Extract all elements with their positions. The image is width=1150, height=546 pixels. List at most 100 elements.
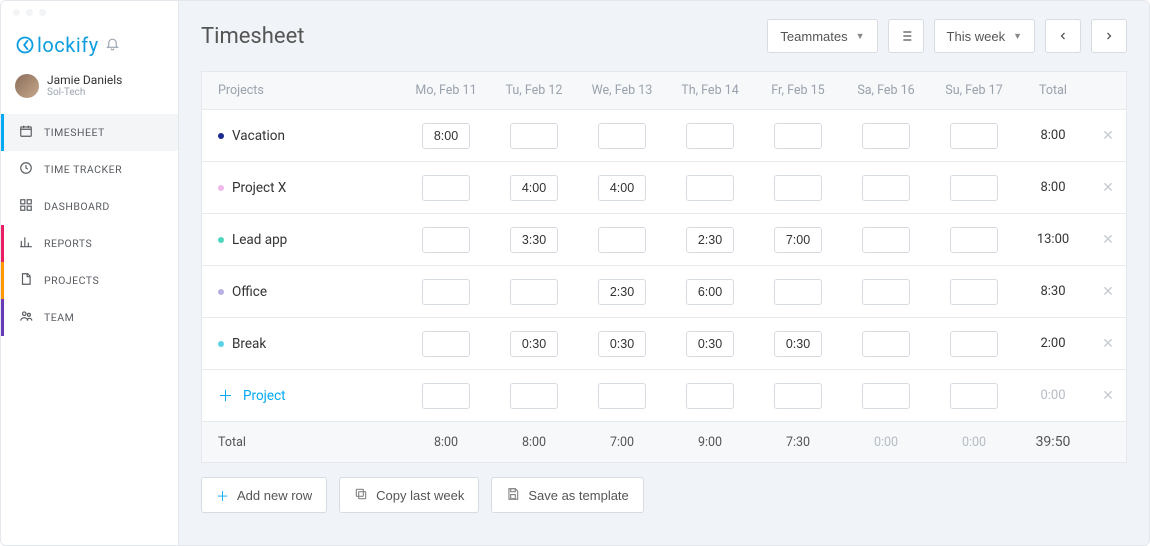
time-cell[interactable]: [510, 279, 558, 305]
time-cell[interactable]: [862, 175, 910, 201]
nav-reports[interactable]: REPORTS: [1, 225, 178, 262]
time-cell[interactable]: [510, 175, 558, 201]
project-cell[interactable]: Office: [218, 284, 402, 300]
app-logo: lockify: [15, 33, 99, 57]
time-cell[interactable]: [774, 279, 822, 305]
time-cell[interactable]: [862, 227, 910, 253]
time-cell[interactable]: [598, 331, 646, 357]
col-day: Mo, Feb 11: [402, 83, 490, 98]
list-view-button[interactable]: [888, 19, 924, 53]
col-day: Tu, Feb 12: [490, 83, 578, 98]
time-cell[interactable]: [950, 227, 998, 253]
time-cell[interactable]: [686, 279, 734, 305]
table-row: Vacation 8:00 ✕: [202, 110, 1126, 162]
time-cell[interactable]: [422, 123, 470, 149]
project-name: Vacation: [232, 128, 285, 144]
row-total: 8:00: [1040, 128, 1065, 143]
footer-day-total: 7:30: [786, 435, 810, 450]
project-color-dot: [218, 185, 224, 191]
project-name: Break: [232, 336, 266, 352]
timesheet-table: Projects Mo, Feb 11 Tu, Feb 12 We, Feb 1…: [201, 71, 1127, 463]
delete-row-button[interactable]: ✕: [1102, 336, 1114, 352]
time-cell[interactable]: [686, 227, 734, 253]
brand-text: lockify: [37, 33, 99, 57]
time-cell[interactable]: [598, 123, 646, 149]
grand-total: 39:50: [1018, 434, 1088, 450]
add-row-label: Add new row: [237, 488, 312, 503]
window-dots: [1, 1, 178, 23]
time-cell[interactable]: [950, 175, 998, 201]
user-block[interactable]: Jamie Daniels Sol-Tech: [1, 73, 178, 114]
time-cell[interactable]: [422, 383, 470, 409]
row-total: 8:00: [1040, 180, 1065, 195]
time-cell[interactable]: [862, 331, 910, 357]
time-cell[interactable]: [598, 383, 646, 409]
teammates-dropdown[interactable]: Teammates ▼: [767, 19, 877, 53]
time-cell[interactable]: [686, 331, 734, 357]
col-day: Th, Feb 14: [666, 83, 754, 98]
time-cell[interactable]: [422, 279, 470, 305]
time-cell[interactable]: [510, 227, 558, 253]
project-cell[interactable]: Lead app: [218, 232, 402, 248]
time-cell[interactable]: [686, 383, 734, 409]
time-cell[interactable]: [950, 279, 998, 305]
plus-icon: ＋: [216, 486, 229, 505]
delete-row-button[interactable]: ✕: [1102, 128, 1114, 144]
time-cell[interactable]: [950, 383, 998, 409]
nav-time-tracker[interactable]: TIME TRACKER: [1, 151, 178, 188]
chart-icon: [18, 235, 34, 252]
row-total: 13:00: [1037, 232, 1069, 247]
time-cell[interactable]: [510, 331, 558, 357]
time-cell[interactable]: [598, 175, 646, 201]
date-range-dropdown[interactable]: This week ▼: [934, 19, 1035, 53]
delete-row-button[interactable]: ✕: [1102, 284, 1114, 300]
prev-week-button[interactable]: [1045, 19, 1081, 53]
project-cell[interactable]: Break: [218, 336, 402, 352]
delete-row-button[interactable]: ✕: [1102, 232, 1114, 248]
time-cell[interactable]: [598, 279, 646, 305]
copy-last-week-button[interactable]: Copy last week: [339, 477, 479, 513]
main: Timesheet Teammates ▼ This week ▼: [179, 1, 1149, 545]
clock-icon: [18, 161, 34, 178]
add-row-button[interactable]: ＋ Add new row: [201, 477, 327, 513]
project-cell[interactable]: Project X: [218, 180, 402, 196]
time-cell[interactable]: [422, 227, 470, 253]
table-header: Projects Mo, Feb 11 Tu, Feb 12 We, Feb 1…: [202, 72, 1126, 110]
nav-label: TIMESHEET: [44, 126, 105, 139]
nav-team[interactable]: TEAM: [1, 299, 178, 336]
time-cell[interactable]: [774, 123, 822, 149]
table-row: Project X 8:00 ✕: [202, 162, 1126, 214]
nav-projects[interactable]: PROJECTS: [1, 262, 178, 299]
time-cell[interactable]: [950, 331, 998, 357]
time-cell[interactable]: [422, 331, 470, 357]
row-total: 2:00: [1040, 336, 1065, 351]
save-icon: [506, 487, 520, 504]
time-cell[interactable]: [862, 383, 910, 409]
chevron-down-icon: ▼: [1013, 31, 1022, 41]
time-cell[interactable]: [774, 331, 822, 357]
time-cell[interactable]: [510, 123, 558, 149]
time-cell[interactable]: [774, 383, 822, 409]
project-cell[interactable]: Vacation: [218, 128, 402, 144]
time-cell[interactable]: [686, 123, 734, 149]
delete-row-button[interactable]: ✕: [1102, 388, 1114, 404]
time-cell[interactable]: [774, 175, 822, 201]
time-cell[interactable]: [422, 175, 470, 201]
time-cell[interactable]: [950, 123, 998, 149]
col-projects: Projects: [202, 83, 402, 98]
nav-dashboard[interactable]: DASHBOARD: [1, 188, 178, 225]
add-project-link[interactable]: ＋ Project: [218, 385, 402, 406]
time-cell[interactable]: [510, 383, 558, 409]
save-template-button[interactable]: Save as template: [491, 477, 643, 513]
nav-timesheet[interactable]: TIMESHEET: [1, 114, 178, 151]
time-cell[interactable]: [862, 123, 910, 149]
footer-day-total: 0:00: [962, 435, 986, 450]
time-cell[interactable]: [862, 279, 910, 305]
bell-icon[interactable]: [105, 36, 120, 55]
delete-row-button[interactable]: ✕: [1102, 180, 1114, 196]
next-week-button[interactable]: [1091, 19, 1127, 53]
time-cell[interactable]: [686, 175, 734, 201]
time-cell[interactable]: [598, 227, 646, 253]
file-icon: [18, 272, 34, 289]
time-cell[interactable]: [774, 227, 822, 253]
